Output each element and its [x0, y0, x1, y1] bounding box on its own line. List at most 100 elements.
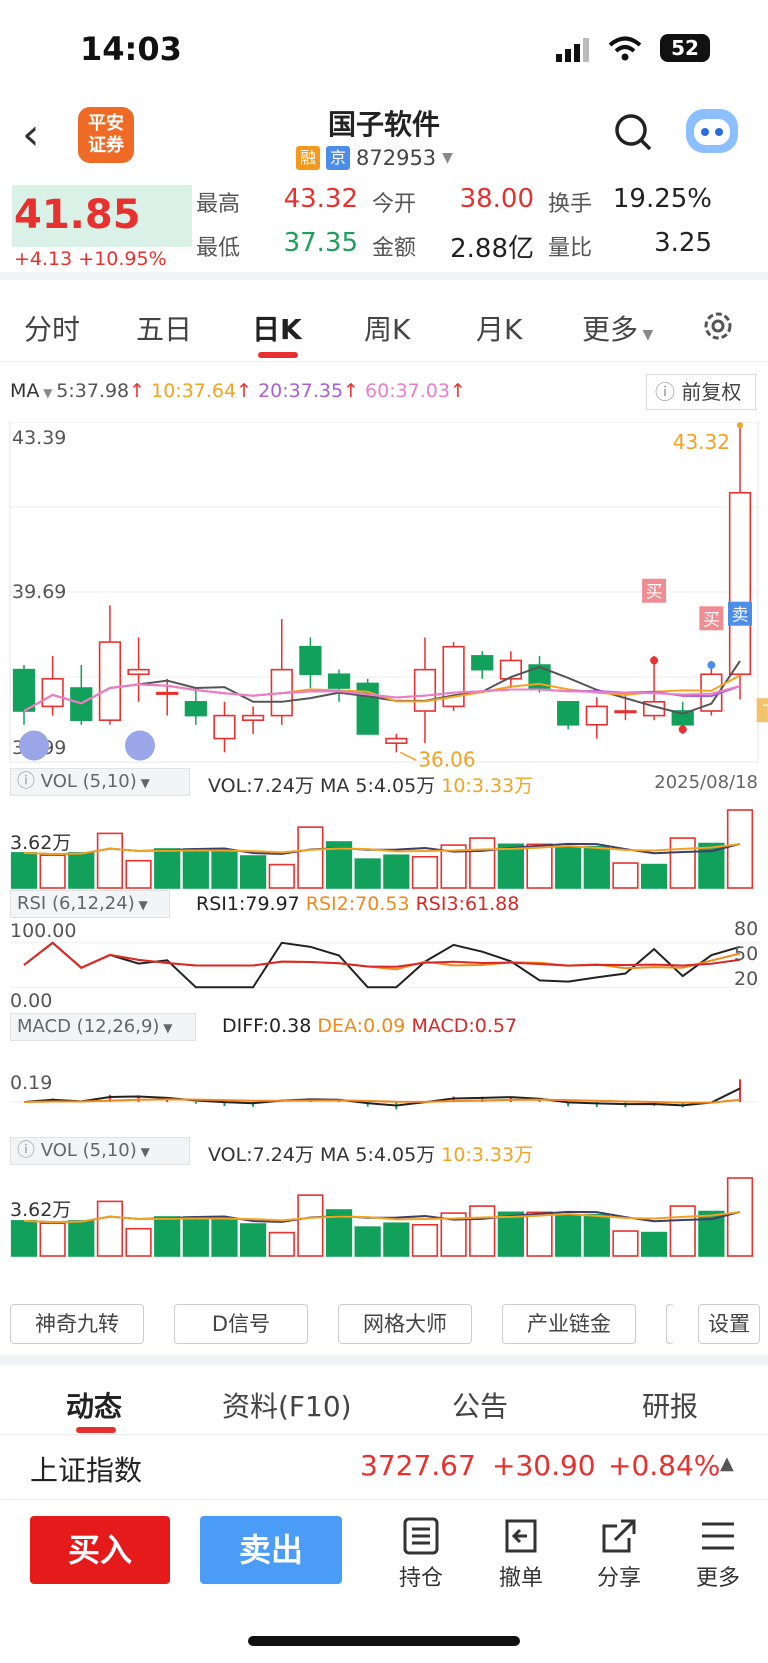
candle	[213, 714, 236, 740]
candle	[156, 691, 179, 695]
share-button[interactable]: 分享	[584, 1516, 654, 1592]
change-percent: +10.95%	[78, 248, 167, 270]
tab-intraday[interactable]: 分时	[24, 308, 80, 348]
share-label: 分享	[596, 1566, 641, 1591]
adjust-mode-button[interactable]: ⓘ 前复权	[646, 374, 756, 410]
vol2-indicator-selector[interactable]: ⓘ VOL (5,10) ▼	[10, 1137, 190, 1165]
vol-ma-label: MA	[319, 775, 350, 797]
volume-bar	[68, 1220, 95, 1257]
battery-icon: 52	[660, 34, 710, 62]
index-ticker[interactable]: 上证指数 3727.67 +30.90 +0.84% ▲	[0, 1435, 768, 1500]
chevron-down-icon: ▼	[39, 386, 57, 400]
volume-chart-2	[10, 1177, 758, 1257]
rsi1-value: RSI1:79.97	[196, 893, 300, 915]
rsi-line	[23, 941, 741, 969]
chevron-down-icon: ▼	[134, 898, 148, 912]
volume-bar	[354, 858, 381, 889]
vol-label: VOL (5,10)	[40, 771, 137, 792]
candlestick-chart[interactable]: 43.3939.6935.992025/07/142025/08/1843.32…	[0, 422, 768, 802]
quote-label: 最低	[196, 236, 241, 261]
price-change: +4.13 +10.95%	[14, 248, 167, 270]
tab-announcements[interactable]: 公告	[452, 1385, 508, 1425]
more-button[interactable]: 更多	[683, 1516, 753, 1592]
rsi-chart	[10, 941, 758, 989]
tab-monthly-k[interactable]: 月K	[476, 308, 522, 348]
candle	[614, 710, 637, 714]
gear-icon[interactable]	[700, 308, 736, 344]
macd-indicator-selector[interactable]: MACD (12,26,9) ▼	[10, 1013, 196, 1041]
info-icon: ⓘ	[17, 1140, 41, 1161]
ma-legend[interactable]: MA ▼ 5:37.98↑ 10:37.64↑ 20:37.35↑ 60:37.…	[10, 380, 466, 402]
volume-bar	[640, 863, 668, 889]
tool-grid-master[interactable]: 网格大师	[338, 1304, 472, 1344]
quote-label: 金额	[372, 236, 417, 261]
volume-bar	[10, 852, 38, 889]
search-icon[interactable]	[614, 113, 654, 153]
ma60-value: 60:37.03	[365, 380, 450, 402]
ma20-value: 20:37.35	[258, 380, 344, 402]
candle	[327, 673, 351, 689]
chevron-up-icon[interactable]: ▲	[720, 1453, 734, 1474]
quote-value: 2.88亿	[450, 234, 534, 264]
quote-value: 3.25	[654, 228, 712, 258]
stock-code-row[interactable]: 融 京 872953 ▼	[296, 145, 453, 171]
tool-magic-nine[interactable]: 神奇九转	[10, 1304, 144, 1344]
tab-research[interactable]: 研报	[642, 1385, 698, 1425]
volume-bar	[726, 809, 754, 889]
macd-value: MACD:0.57	[411, 1015, 518, 1037]
volume-bar	[182, 1216, 209, 1257]
adjust-mode-label: 前复权	[681, 380, 742, 404]
holdings-label: 持仓	[398, 1566, 443, 1591]
volume-bar	[583, 845, 610, 889]
index-change: +30.90	[492, 1449, 596, 1482]
tab-weekly-k[interactable]: 周K	[364, 308, 410, 348]
chevron-down-icon: ▼	[136, 1145, 150, 1159]
sell-button[interactable]: 卖出	[200, 1516, 342, 1584]
signal-label: T	[762, 702, 768, 722]
tab-more[interactable]: 更多 ▼	[582, 308, 653, 348]
more-label: 更多	[695, 1566, 740, 1591]
vol-indicator-selector[interactable]: ⓘ VOL (5,10) ▼	[10, 768, 190, 796]
robot-assistant-icon[interactable]	[686, 109, 738, 153]
volume-bar	[669, 1205, 696, 1257]
date-end: 2025/08/18	[654, 772, 758, 793]
volume-bar	[68, 852, 95, 889]
low-label: 36.06	[418, 747, 475, 771]
sell-dot	[707, 661, 716, 670]
y-axis-mid: 39.69	[12, 581, 66, 603]
tab-daily-k[interactable]: 日K	[252, 308, 302, 348]
tab-f10[interactable]: 资料(F10)	[222, 1385, 352, 1425]
wifi-icon	[608, 36, 642, 61]
tab-news[interactable]: 动态	[66, 1385, 122, 1425]
quote-value: 37.35	[283, 228, 358, 258]
menu-icon	[702, 1522, 734, 1550]
arrow-up-icon: ↑	[450, 380, 466, 402]
volume-bar	[469, 837, 496, 889]
collapse-icon	[19, 730, 49, 761]
tool-industry-chain[interactable]: 产业链金	[502, 1304, 636, 1344]
tool-d-signal[interactable]: D信号	[174, 1304, 308, 1344]
volume-bar	[612, 862, 639, 889]
volume-bar	[555, 1214, 582, 1257]
rsi-indicator-selector[interactable]: RSI (6,12,24) ▼	[10, 890, 170, 918]
chevron-down-icon: ▼	[638, 327, 654, 343]
tool-overflow[interactable]	[666, 1304, 674, 1344]
tab-active-indicator	[258, 352, 298, 358]
cancel-order-button[interactable]: 撤单	[486, 1516, 556, 1592]
volume-bar	[125, 1227, 152, 1257]
chart-area: MA ▼ 5:37.98↑ 10:37.64↑ 20:37.35↑ 60:37.…	[0, 370, 768, 1300]
ma5-value: 5:37.98	[56, 380, 130, 402]
tool-settings[interactable]: 设置	[698, 1304, 760, 1344]
volume-chart	[10, 809, 758, 889]
vol2-legend: VOL:7.24万 MA 5:4.05万 10:3.33万	[208, 1140, 533, 1167]
tab-five-day[interactable]: 五日	[136, 308, 192, 348]
buy-button[interactable]: 买入	[30, 1516, 170, 1584]
volume-bar	[411, 855, 439, 889]
macd-dea: DEA:0.09	[317, 1015, 406, 1037]
home-indicator	[248, 1636, 520, 1646]
candle	[557, 701, 580, 726]
holdings-button[interactable]: 持仓	[386, 1516, 456, 1592]
candle	[12, 668, 36, 712]
period-tabs: 分时 五日 日K 周K 月K 更多 ▼	[0, 290, 768, 362]
volume-bar	[96, 1200, 124, 1257]
